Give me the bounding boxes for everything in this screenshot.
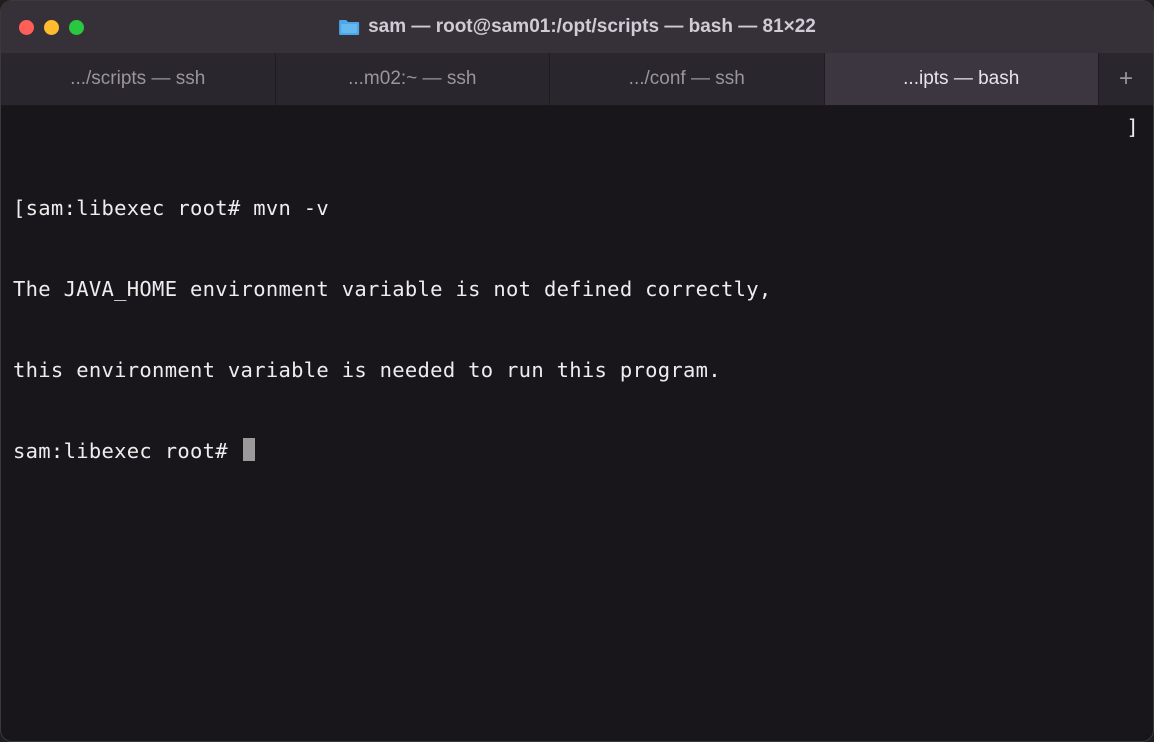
terminal-line: [sam:libexec root# mvn -v: [13, 195, 1141, 222]
new-tab-button[interactable]: +: [1099, 53, 1153, 105]
tab-scripts-ssh[interactable]: .../scripts — ssh: [1, 53, 276, 105]
maximize-button[interactable]: [69, 20, 84, 35]
terminal-line: this environment variable is needed to r…: [13, 357, 1141, 384]
terminal-window: sam — root@sam01:/opt/scripts — bash — 8…: [0, 0, 1154, 742]
cursor: [243, 438, 255, 461]
folder-icon: [338, 18, 360, 36]
close-button[interactable]: [19, 20, 34, 35]
terminal-right-bracket: ]: [1126, 114, 1139, 141]
terminal-prompt-line: sam:libexec root#: [13, 438, 1141, 465]
tab-conf-ssh[interactable]: .../conf — ssh: [550, 53, 825, 105]
terminal-prompt: sam:libexec root#: [13, 439, 241, 463]
tab-ipts-bash[interactable]: ...ipts — bash: [825, 53, 1100, 105]
tab-label: ...ipts — bash: [903, 68, 1019, 90]
terminal-line: The JAVA_HOME environment variable is no…: [13, 276, 1141, 303]
tab-label: .../scripts — ssh: [70, 68, 205, 90]
titlebar[interactable]: sam — root@sam01:/opt/scripts — bash — 8…: [1, 1, 1153, 53]
minimize-button[interactable]: [44, 20, 59, 35]
plus-icon: +: [1119, 65, 1133, 93]
tab-label: ...m02:~ — ssh: [348, 68, 476, 90]
tab-m02-ssh[interactable]: ...m02:~ — ssh: [276, 53, 551, 105]
traffic-lights: [19, 20, 84, 35]
tab-label: .../conf — ssh: [629, 68, 745, 90]
window-title-wrap: sam — root@sam01:/opt/scripts — bash — 8…: [338, 16, 816, 38]
tabbar: .../scripts — ssh ...m02:~ — ssh .../con…: [1, 53, 1153, 106]
terminal-content[interactable]: ] [sam:libexec root# mvn -v The JAVA_HOM…: [1, 106, 1153, 741]
window-title: sam — root@sam01:/opt/scripts — bash — 8…: [368, 16, 816, 38]
